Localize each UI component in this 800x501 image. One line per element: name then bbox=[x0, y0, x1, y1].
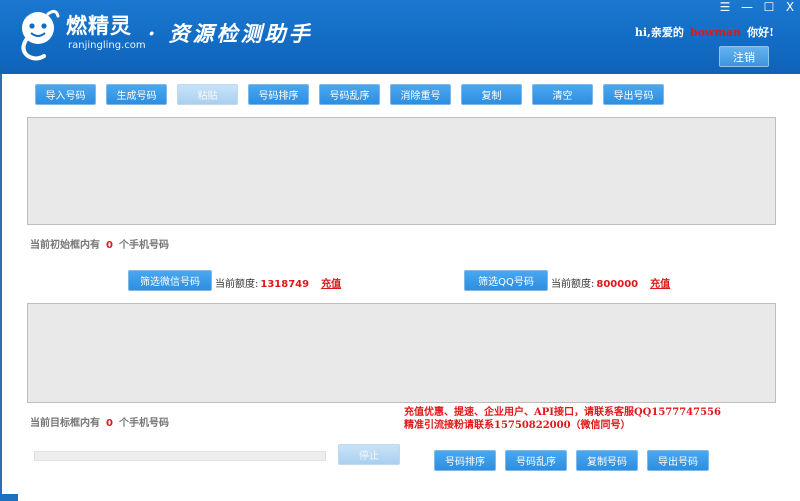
copy-numbers-button[interactable]: 复制号码 bbox=[576, 450, 638, 471]
export-button[interactable]: 导出号码 bbox=[603, 84, 664, 105]
target-count-line: 当前目标框内有 0 个手机号码 bbox=[30, 414, 169, 429]
source-count: 0 bbox=[106, 240, 113, 251]
qq-quota: 当前额度: 800000 充值 bbox=[551, 275, 670, 290]
brand-name: 燃精灵 bbox=[66, 14, 132, 38]
greeting-prefix: hi,亲爱的 bbox=[634, 26, 684, 39]
close-icon[interactable]: X bbox=[781, 0, 799, 14]
sort-button[interactable]: 号码排序 bbox=[248, 84, 309, 105]
bottom-export-button[interactable]: 导出号码 bbox=[647, 450, 709, 471]
bottom-edge bbox=[0, 494, 800, 501]
qq-quota-value: 800000 bbox=[596, 279, 639, 290]
target-numbers-input[interactable] bbox=[27, 303, 776, 403]
promo-line-1: 充值优惠、提速、企业用户、API接口，请联系客服QQ1577747556 bbox=[404, 407, 721, 418]
username: bowman bbox=[689, 26, 742, 39]
filter-wechat-button[interactable]: 筛选微信号码 bbox=[128, 270, 212, 291]
greeting: hi,亲爱的 bowman 你好! bbox=[635, 24, 774, 40]
source-count-suffix: 个手机号码 bbox=[118, 240, 169, 251]
maximize-icon[interactable]: ☐ bbox=[760, 0, 778, 14]
taskbar-corner bbox=[0, 494, 18, 501]
promo-line-2: 精准引流接粉请联系15750822000（微信同号） bbox=[404, 420, 631, 431]
wechat-quota-label: 当前额度: bbox=[215, 279, 259, 290]
brand-domain: ranjingling.com bbox=[68, 40, 146, 51]
wechat-quota-value: 1318749 bbox=[260, 279, 310, 290]
progress-bar bbox=[34, 451, 326, 461]
qq-recharge-link[interactable]: 充值 bbox=[650, 279, 670, 290]
import-button[interactable]: 导入号码 bbox=[35, 84, 96, 105]
copy-button[interactable]: 复制 bbox=[461, 84, 522, 105]
stop-button[interactable]: 停止 bbox=[338, 444, 400, 465]
clear-button[interactable]: 清空 bbox=[532, 84, 593, 105]
source-count-line: 当前初始框内有 0 个手机号码 bbox=[30, 236, 169, 251]
bottom-shuffle-button[interactable]: 号码乱序 bbox=[505, 450, 567, 471]
window-left-edge bbox=[0, 74, 2, 501]
greeting-suffix: 你好! bbox=[747, 26, 774, 39]
qq-quota-label: 当前额度: bbox=[551, 279, 595, 290]
paste-button[interactable]: 粘贴 bbox=[177, 84, 238, 105]
title-bar: 燃精灵 ranjingling.com · 资源检测助手 ☰ — ☐ X hi,… bbox=[0, 0, 800, 74]
target-count-prefix: 当前目标框内有 bbox=[30, 418, 100, 429]
logout-button[interactable]: 注销 bbox=[719, 46, 769, 67]
minimize-icon[interactable]: — bbox=[738, 0, 756, 14]
target-count: 0 bbox=[106, 418, 113, 429]
menu-icon[interactable]: ☰ bbox=[716, 0, 734, 14]
source-count-prefix: 当前初始框内有 bbox=[30, 240, 100, 251]
wechat-quota: 当前额度: 1318749 充值 bbox=[215, 275, 341, 290]
filter-qq-button[interactable]: 筛选QQ号码 bbox=[464, 270, 548, 291]
dedupe-button[interactable]: 消除重号 bbox=[390, 84, 451, 105]
source-numbers-input[interactable] bbox=[27, 117, 776, 225]
app-title: · 资源检测助手 bbox=[148, 21, 313, 46]
promo-text: 充值优惠、提速、企业用户、API接口，请联系客服QQ1577747556 精准引… bbox=[404, 406, 721, 432]
generate-button[interactable]: 生成号码 bbox=[106, 84, 167, 105]
target-count-suffix: 个手机号码 bbox=[118, 418, 169, 429]
bottom-sort-button[interactable]: 号码排序 bbox=[434, 450, 496, 471]
wechat-recharge-link[interactable]: 充值 bbox=[321, 279, 341, 290]
sprite-logo-icon bbox=[21, 9, 60, 61]
shuffle-button[interactable]: 号码乱序 bbox=[319, 84, 380, 105]
